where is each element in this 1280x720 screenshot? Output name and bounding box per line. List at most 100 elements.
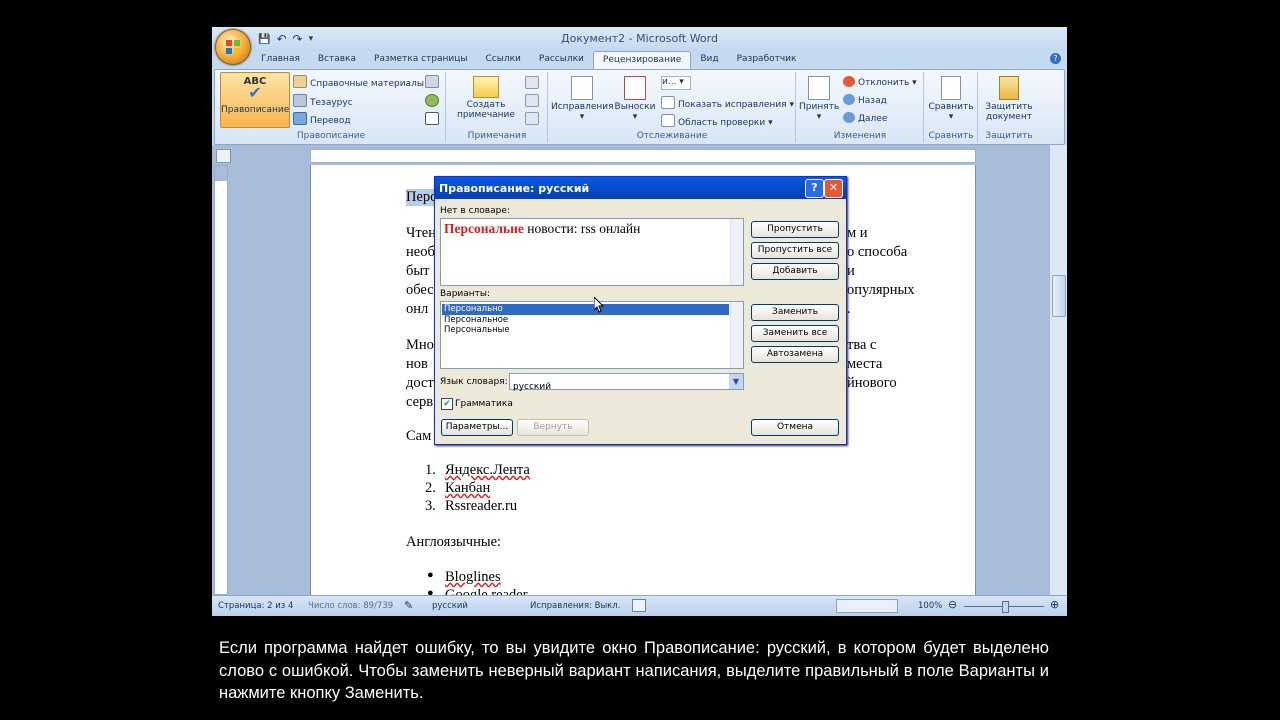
- caption-text: Если программа найдет ошибку, то вы увид…: [219, 639, 1049, 702]
- tab-developer[interactable]: Разработчик: [728, 51, 806, 69]
- proofing-icon[interactable]: ✎: [404, 599, 413, 612]
- doc-line: нов: [406, 356, 428, 372]
- zoom-in-icon[interactable]: ⊕: [1050, 598, 1059, 611]
- spelling-group-label: Правописание: [296, 131, 366, 141]
- ribbon-tabs: Главная Вставка Разметка страницы Ссылки…: [252, 51, 806, 70]
- doc-line: Сам: [406, 428, 432, 444]
- dictionary-language-select[interactable]: русский ▼: [509, 373, 744, 392]
- dialog-help-button[interactable]: ?: [805, 179, 824, 198]
- vertical-scrollbar[interactable]: [1049, 145, 1067, 595]
- tab-insert[interactable]: Вставка: [309, 51, 365, 69]
- cancel-button[interactable]: Отмена: [751, 419, 839, 436]
- accept-button[interactable]: Принять ▾: [799, 76, 839, 122]
- doc-line: быт: [406, 263, 430, 279]
- zoom-level[interactable]: 100%: [918, 601, 942, 611]
- ignore-all-button[interactable]: Пропустить все: [751, 242, 839, 259]
- macro-icon[interactable]: [632, 599, 646, 612]
- previous-comment-icon[interactable]: [525, 94, 542, 108]
- grammar-checkbox[interactable]: ✔: [441, 398, 453, 410]
- suggestions-scrollbar[interactable]: [730, 302, 743, 368]
- tab-view[interactable]: Вид: [691, 51, 727, 69]
- delete-comment-icon[interactable]: [525, 76, 542, 90]
- not-in-dictionary-box[interactable]: Персональне новости: rss онлайн: [440, 218, 744, 286]
- doc-line: онл: [406, 301, 429, 317]
- chevron-down-icon[interactable]: ▼: [729, 374, 743, 389]
- office-logo-icon: [226, 40, 240, 54]
- comments-group: Создать примечание Примечания: [447, 72, 548, 142]
- status-page[interactable]: Страница: 2 из 4: [218, 601, 293, 611]
- zoom-slider-thumb[interactable]: [1002, 601, 1009, 613]
- doc-line: необ: [406, 244, 435, 260]
- office-button[interactable]: [215, 29, 251, 65]
- word-count-icon[interactable]: [425, 112, 442, 126]
- tab-selector[interactable]: [216, 149, 231, 163]
- scroll-thumb[interactable]: [1052, 275, 1066, 317]
- suggestions-list[interactable]: Персонально Персональное Персональные: [440, 301, 744, 369]
- next-change-button[interactable]: Далее: [843, 112, 887, 124]
- change-all-button[interactable]: Заменить все: [751, 325, 839, 342]
- tab-page-layout[interactable]: Разметка страницы: [365, 51, 477, 69]
- tab-mailings[interactable]: Рассылки: [530, 51, 593, 69]
- tracking-group-label: Отслеживание: [636, 131, 708, 141]
- tab-home[interactable]: Главная: [252, 51, 309, 69]
- autocorrect-button[interactable]: Автозамена: [751, 346, 839, 363]
- doc-heading: Перс: [406, 189, 437, 206]
- next-comment-icon[interactable]: [525, 112, 542, 126]
- list-number: 2.: [425, 480, 436, 496]
- new-comment-icon: [473, 76, 499, 98]
- suggestion-item[interactable]: Персональное: [442, 315, 743, 326]
- translate-tooltip-icon[interactable]: [425, 75, 442, 89]
- translate-button[interactable]: Перевод: [293, 112, 351, 126]
- comments-group-label: Примечания: [467, 131, 527, 141]
- title-bar: 💾 ↶ ↷ ▾ Документ2 - Microsoft Word: [212, 27, 1067, 51]
- status-words[interactable]: Число слов: 89/739: [308, 601, 393, 611]
- balloons-icon: [624, 76, 646, 100]
- undo-button[interactable]: Вернуть: [517, 419, 589, 436]
- track-changes-icon: [571, 76, 593, 100]
- display-for-review-combo[interactable]: и... ▾: [661, 76, 691, 90]
- research-button[interactable]: Справочные материалы: [293, 75, 424, 89]
- error-word: Персональне: [444, 221, 524, 236]
- help-icon[interactable]: ?: [1050, 53, 1061, 64]
- zoom-out-icon[interactable]: ⊖: [948, 598, 957, 611]
- status-bar: Страница: 2 из 4 Число слов: 89/739 ✎ ру…: [212, 595, 1067, 616]
- vertical-ruler[interactable]: [214, 165, 228, 595]
- protect-document-button[interactable]: Защитить документ: [981, 76, 1037, 122]
- compare-button[interactable]: Сравнить ▾: [927, 76, 975, 122]
- sentence-scrollbar[interactable]: [730, 219, 743, 285]
- dialog-close-button[interactable]: ✕: [824, 179, 843, 198]
- suggestion-item[interactable]: Персонально: [442, 304, 729, 315]
- lock-icon: [999, 76, 1019, 100]
- track-changes-button[interactable]: Исправления ▾: [551, 76, 614, 122]
- balloons-button[interactable]: Выноски ▾: [613, 76, 657, 122]
- tab-review[interactable]: Рецензирование: [592, 51, 692, 70]
- language-icon[interactable]: [425, 94, 442, 108]
- ignore-once-button[interactable]: Пропустить: [751, 221, 839, 238]
- horizontal-ruler[interactable]: [310, 149, 976, 163]
- reviewing-pane-button[interactable]: Область проверки ▾: [661, 114, 773, 128]
- status-track-changes[interactable]: Исправления: Выкл.: [530, 601, 620, 611]
- previous-change-button[interactable]: Назад: [843, 94, 887, 106]
- options-button[interactable]: Параметры...: [441, 419, 513, 436]
- spelling-group: ABC ✔ Правописание Справочные материалы …: [217, 72, 446, 142]
- doc-line: м и: [847, 225, 868, 241]
- spelling-dialog: Правописание: русский ? ✕ Нет в словаре:…: [434, 176, 847, 445]
- doc-line: серв: [406, 394, 434, 410]
- doc-line: .: [847, 301, 851, 317]
- window-title: Документ2 - Microsoft Word: [561, 32, 718, 45]
- add-to-dictionary-button[interactable]: Добавить: [751, 263, 839, 280]
- doc-line: Чтен: [406, 225, 436, 241]
- change-button[interactable]: Заменить: [751, 304, 839, 321]
- spelling-button[interactable]: ABC ✔ Правописание: [220, 72, 290, 128]
- doc-line: места: [847, 356, 883, 372]
- view-buttons[interactable]: [836, 599, 898, 613]
- suggestion-item[interactable]: Персональные: [442, 325, 743, 336]
- reject-button[interactable]: Отклонить ▾: [843, 76, 917, 88]
- thesaurus-button[interactable]: Тезаурус: [293, 94, 353, 108]
- doc-line: дост: [406, 375, 434, 391]
- show-markup-button[interactable]: Показать исправления ▾: [661, 96, 794, 110]
- mouse-cursor-icon: [594, 297, 604, 313]
- tab-references[interactable]: Ссылки: [477, 51, 530, 69]
- new-comment-button[interactable]: Создать примечание: [455, 76, 517, 120]
- status-language[interactable]: русский: [432, 601, 468, 611]
